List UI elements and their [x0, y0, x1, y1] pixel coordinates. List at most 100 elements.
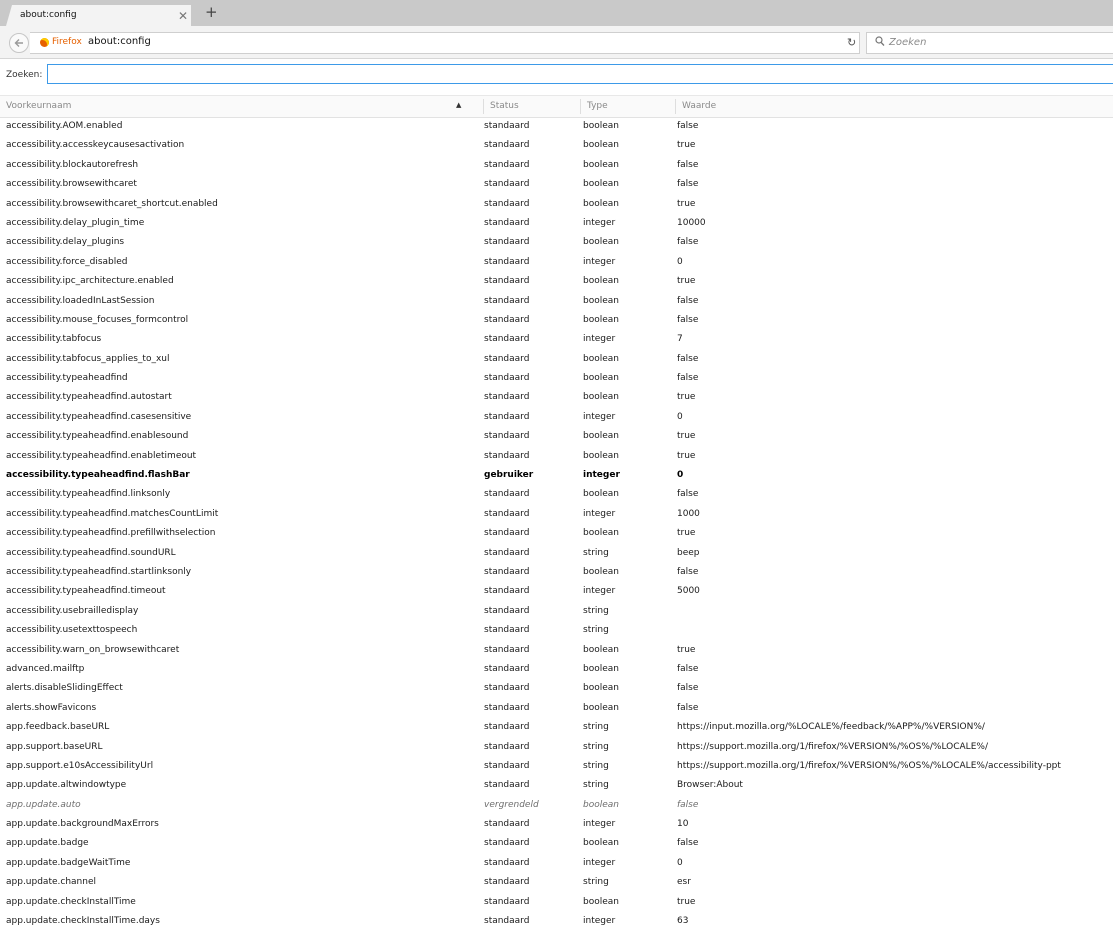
pref-value: 7	[677, 334, 683, 345]
table-row[interactable]: accessibility.blockautorefresh standaard b…	[0, 157, 1113, 176]
table-row[interactable]: accessibility.mouse_focuses_formcontrol s…	[0, 312, 1113, 331]
table-row[interactable]: accessibility.typeaheadfind standaard bool…	[0, 370, 1113, 389]
back-button[interactable]	[9, 33, 29, 53]
pref-value: false	[677, 237, 699, 248]
table-row[interactable]: accessibility.tabfocus standaard integer 7	[0, 331, 1113, 350]
table-row[interactable]: accessibility.usetexttospeech standaard st…	[0, 622, 1113, 641]
pref-value: https://support.mozilla.org/1/firefox/%V…	[677, 741, 988, 752]
pref-name: accessibility.browsewithcaret	[6, 179, 137, 190]
table-row[interactable]: alerts.showFavicons standaard boolean false	[0, 700, 1113, 719]
table-row[interactable]: accessibility.typeaheadfind.casesensitiv…	[0, 409, 1113, 428]
pref-status: standaard	[484, 217, 530, 228]
table-row[interactable]: app.update.auto vergrendeld boolean false	[0, 797, 1113, 816]
pref-value: true	[677, 896, 696, 907]
pref-status: standaard	[484, 566, 530, 577]
pref-status: standaard	[484, 334, 530, 345]
pref-status: standaard	[484, 663, 530, 674]
table-row[interactable]: accessibility.typeaheadfind.linksonly sta…	[0, 486, 1113, 505]
table-row[interactable]: accessibility.typeaheadfind.matchesCount…	[0, 506, 1113, 525]
table-row[interactable]: accessibility.delay_plugin_time standaard…	[0, 215, 1113, 234]
table-row[interactable]: alerts.disableSlidingEffect standaard bool…	[0, 680, 1113, 699]
filter-label: Zoeken:	[6, 70, 43, 80]
pref-value: 10	[677, 819, 689, 830]
table-row[interactable]: app.update.altwindowtype standaard string B…	[0, 777, 1113, 796]
tab-strip: about:config ✕ +	[0, 0, 1113, 26]
pref-value: false	[677, 353, 699, 364]
table-row[interactable]: accessibility.usebrailledisplay standaard…	[0, 603, 1113, 622]
pref-status: standaard	[484, 489, 530, 500]
url-bar[interactable]: Firefox about:config ↻	[30, 32, 860, 54]
table-row[interactable]: accessibility.typeaheadfind.timeout stand…	[0, 583, 1113, 602]
table-row[interactable]: accessibility.typeaheadfind.autostart sta…	[0, 389, 1113, 408]
column-header-type[interactable]: Type	[587, 101, 608, 111]
search-icon	[875, 36, 885, 46]
table-row[interactable]: accessibility.accesskeycausesactivation s…	[0, 137, 1113, 156]
pref-type: boolean	[583, 450, 619, 461]
table-row[interactable]: app.update.checkInstallTime.days standaar…	[0, 913, 1113, 932]
pref-name: app.update.badgeWaitTime	[6, 857, 131, 868]
table-row[interactable]: accessibility.typeaheadfind.soundURL stan…	[0, 545, 1113, 564]
table-row[interactable]: app.update.backgroundMaxErrors standaard i…	[0, 816, 1113, 835]
pref-type: integer	[583, 217, 616, 228]
pref-value: false	[677, 159, 699, 170]
column-divider[interactable]	[483, 99, 484, 114]
pref-status: vergrendeld	[484, 799, 539, 810]
search-bar[interactable]: Zoeken	[866, 32, 1113, 54]
pref-value: 5000	[677, 586, 700, 597]
url-text[interactable]: about:config	[88, 36, 151, 47]
pref-status: standaard	[484, 431, 530, 442]
pref-status: standaard	[484, 877, 530, 888]
table-row[interactable]: app.update.checkInstallTime standaard bool…	[0, 894, 1113, 913]
pref-status: standaard	[484, 450, 530, 461]
close-tab-icon[interactable]: ✕	[178, 9, 188, 23]
table-row[interactable]: accessibility.delay_plugins standaard bool…	[0, 234, 1113, 253]
filter-input[interactable]	[47, 64, 1113, 84]
tab-about-config[interactable]: about:config ✕	[6, 5, 191, 26]
table-row[interactable]: app.update.badge standaard boolean false	[0, 835, 1113, 854]
column-header-name[interactable]: Voorkeurnaam	[6, 101, 71, 111]
table-row[interactable]: accessibility.typeaheadfind.flashBar gebr…	[0, 467, 1113, 486]
table-row[interactable]: app.support.e10sAccessibilityUrl standaar…	[0, 758, 1113, 777]
table-row[interactable]: app.update.badgeWaitTime standaard integer…	[0, 855, 1113, 874]
pref-type: integer	[583, 508, 616, 519]
table-row[interactable]: accessibility.typeaheadfind.prefillwiths…	[0, 525, 1113, 544]
table-row[interactable]: app.support.baseURL standaard string https:…	[0, 739, 1113, 758]
pref-name: accessibility.typeaheadfind.enabletimeou…	[6, 450, 197, 461]
table-row[interactable]: accessibility.typeaheadfind.startlinkson…	[0, 564, 1113, 583]
pref-status: standaard	[484, 819, 530, 830]
table-row[interactable]: accessibility.browsewithcaret standaard bo…	[0, 176, 1113, 195]
column-header-status[interactable]: Status	[490, 101, 519, 111]
column-divider[interactable]	[580, 99, 581, 114]
column-headers: Voorkeurnaam ▲ Status Type Waarde	[0, 95, 1113, 118]
pref-status: standaard	[484, 314, 530, 325]
table-row[interactable]: app.update.channel standaard string esr	[0, 874, 1113, 893]
table-row[interactable]: accessibility.AOM.enabled standaard boolea…	[0, 118, 1113, 137]
pref-status: standaard	[484, 140, 530, 151]
pref-type: boolean	[583, 683, 619, 694]
new-tab-icon[interactable]: +	[205, 5, 218, 20]
pref-status: standaard	[484, 159, 530, 170]
pref-value: 1000	[677, 508, 700, 519]
pref-status: standaard	[484, 508, 530, 519]
table-row[interactable]: accessibility.browsewithcaret_shortcut.e…	[0, 196, 1113, 215]
pref-type: boolean	[583, 198, 619, 209]
pref-type: integer	[583, 819, 616, 830]
table-row[interactable]: accessibility.loadedInLastSession standaa…	[0, 293, 1113, 312]
pref-name: accessibility.ipc_architecture.enabled	[6, 276, 174, 287]
table-row[interactable]: accessibility.force_disabled standaard int…	[0, 254, 1113, 273]
pref-type: boolean	[583, 799, 619, 810]
table-row[interactable]: accessibility.ipc_architecture.enabled st…	[0, 273, 1113, 292]
column-divider[interactable]	[675, 99, 676, 114]
pref-type: boolean	[583, 140, 619, 151]
reload-icon[interactable]: ↻	[847, 36, 856, 49]
table-row[interactable]: accessibility.warn_on_browsewithcaret sta…	[0, 642, 1113, 661]
pref-value: 0	[677, 256, 683, 267]
table-row[interactable]: accessibility.typeaheadfind.enablesound s…	[0, 428, 1113, 447]
table-row[interactable]: accessibility.tabfocus_applies_to_xul sta…	[0, 351, 1113, 370]
table-row[interactable]: accessibility.typeaheadfind.enabletimeou…	[0, 448, 1113, 467]
pref-value: beep	[677, 547, 700, 558]
pref-name: app.support.e10sAccessibilityUrl	[6, 760, 154, 771]
table-row[interactable]: app.feedback.baseURL standaard string https…	[0, 719, 1113, 738]
column-header-value[interactable]: Waarde	[682, 101, 716, 111]
table-row[interactable]: advanced.mailftp standaard boolean false	[0, 661, 1113, 680]
